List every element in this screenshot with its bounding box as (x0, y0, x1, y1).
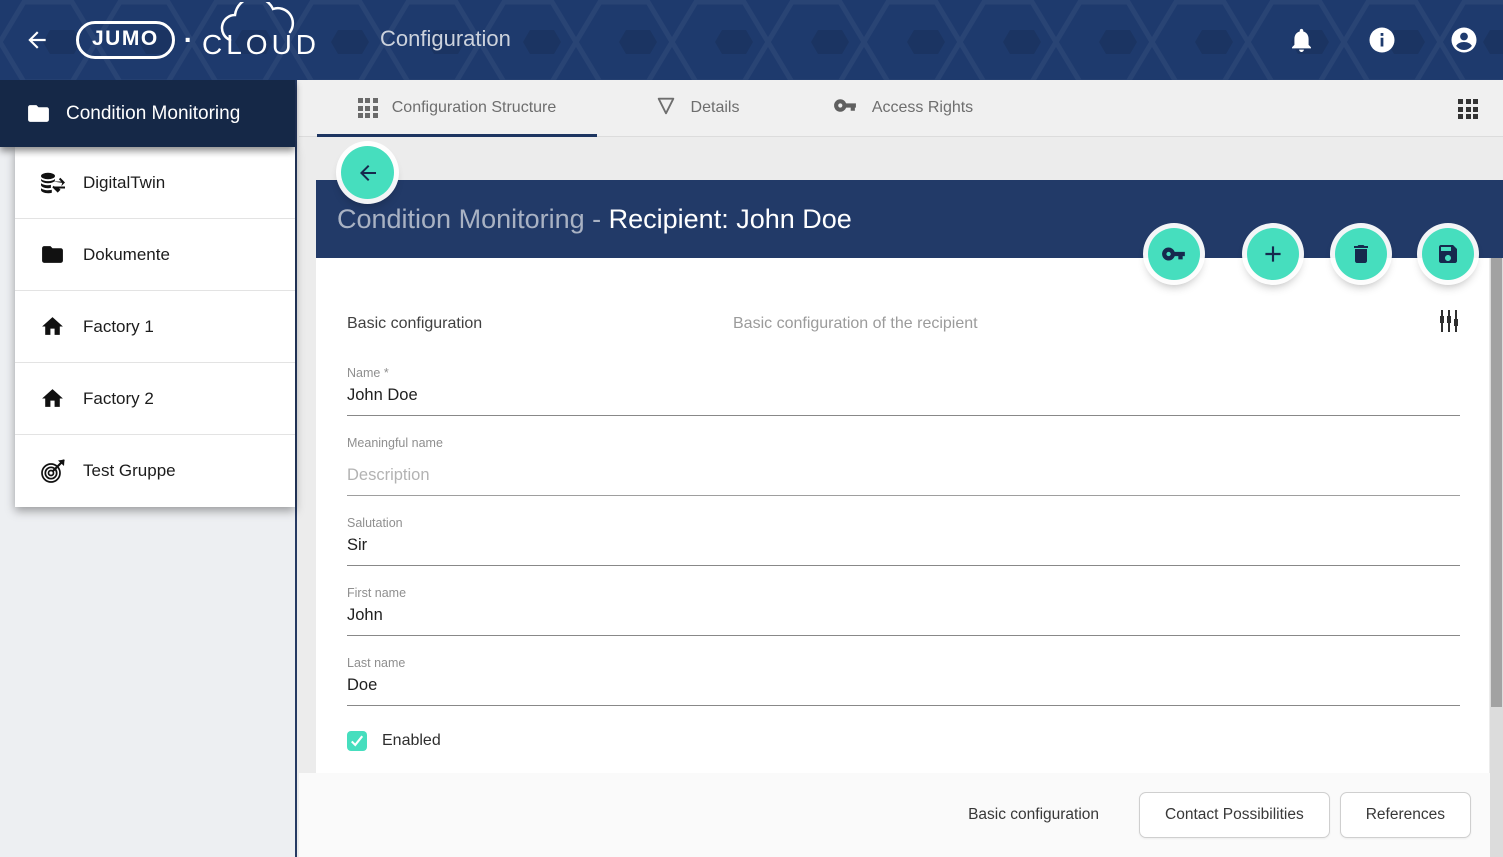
funnel-icon (655, 95, 677, 122)
recipient-title: Recipient: John Doe (609, 204, 852, 235)
meaningful-name-input[interactable] (347, 451, 1460, 496)
digital-twin-icon (39, 171, 66, 195)
breadcrumb: Condition Monitoring - (337, 204, 609, 235)
content-area: Condition Monitoring - Recipient: John D… (299, 137, 1503, 857)
main-area: Configuration Structure Details Access R… (299, 80, 1503, 857)
home-icon (39, 314, 66, 339)
field-salutation: Salutation (347, 516, 1460, 566)
save-icon (1436, 242, 1460, 266)
grid-icon (358, 98, 378, 118)
references-button[interactable]: References (1340, 792, 1471, 838)
field-label: Meaningful name (347, 436, 1460, 451)
info-icon[interactable] (1367, 25, 1397, 55)
tab-access-rights[interactable]: Access Rights (797, 80, 1009, 136)
field-name: Name * (347, 366, 1460, 416)
sidebar-item-label: Factory 2 (83, 389, 154, 409)
tab-label: Details (691, 99, 740, 117)
field-meaningful-name: Meaningful name (347, 436, 1460, 496)
field-first-name: First name (347, 586, 1460, 636)
key-icon (833, 93, 858, 123)
cloud-logo: CLOUD (202, 19, 320, 61)
cloud-outline-icon (216, 2, 336, 44)
sidebar: Condition Monitoring DigitalTwin (0, 80, 297, 857)
plus-icon (1260, 241, 1286, 267)
field-label: Name * (347, 366, 1460, 381)
arrow-left-icon (356, 161, 380, 185)
grid-view-icon[interactable] (1458, 99, 1478, 119)
access-key-button[interactable] (1148, 228, 1200, 280)
check-icon (350, 735, 364, 747)
enabled-label: Enabled (382, 732, 441, 750)
contact-possibilities-button[interactable]: Contact Possibilities (1139, 792, 1330, 838)
sidebar-item-factory-2[interactable]: Factory 2 (15, 363, 295, 435)
sidebar-item-list: DigitalTwin Dokumente Factory 1 Factory … (15, 147, 295, 507)
enabled-checkbox-row[interactable]: Enabled (347, 731, 1460, 751)
home-icon (39, 386, 66, 411)
field-last-name: Last name (347, 656, 1460, 706)
tab-details[interactable]: Details (597, 80, 797, 136)
back-button[interactable] (341, 146, 394, 199)
tune-icon[interactable] (1437, 308, 1461, 339)
enabled-checkbox[interactable] (347, 731, 367, 751)
save-button[interactable] (1422, 228, 1474, 280)
basic-configuration-panel: Basic configuration Basic configuration … (316, 258, 1489, 773)
tab-label: Configuration Structure (392, 99, 557, 117)
footer-section-basic-configuration[interactable]: Basic configuration (968, 806, 1099, 824)
jumo-logo-capsule: JUMO (76, 21, 175, 59)
target-icon (39, 458, 66, 484)
last-name-input[interactable] (347, 671, 1460, 706)
section-subtitle: Basic configuration of the recipient (733, 315, 978, 333)
page-title: Configuration (380, 26, 511, 52)
sidebar-item-factory-1[interactable]: Factory 1 (15, 291, 295, 363)
sidebar-item-condition-monitoring[interactable]: Condition Monitoring (0, 80, 295, 147)
salutation-input[interactable] (347, 531, 1460, 566)
field-label: Salutation (347, 516, 1460, 531)
key-icon (1161, 241, 1187, 267)
top-app-bar: JUMO · CLOUD Configuration (0, 0, 1503, 80)
field-label: First name (347, 586, 1460, 601)
account-icon[interactable] (1449, 25, 1479, 55)
field-label: Last name (347, 656, 1460, 671)
name-input[interactable] (347, 381, 1460, 416)
section-title: Basic configuration (347, 315, 482, 333)
trash-icon (1349, 242, 1373, 266)
add-button[interactable] (1247, 228, 1299, 280)
delete-button[interactable] (1335, 228, 1387, 280)
sidebar-item-test-gruppe[interactable]: Test Gruppe (15, 435, 295, 507)
scrollbar-track[interactable] (1490, 258, 1503, 857)
tab-bar: Configuration Structure Details Access R… (299, 80, 1503, 137)
jumo-cloud-logo: JUMO · CLOUD (76, 19, 320, 61)
recipient-header: Condition Monitoring - Recipient: John D… (316, 180, 1503, 258)
jumo-cloud-app: JUMO · CLOUD Configuration (0, 0, 1503, 857)
back-arrow-icon[interactable] (22, 25, 52, 55)
scrollbar-thumb[interactable] (1491, 258, 1502, 707)
bell-icon[interactable] (1288, 27, 1315, 54)
folder-icon (39, 242, 66, 267)
sidebar-item-label: Factory 1 (83, 317, 154, 337)
footer-bar: Basic configuration Contact Possibilitie… (299, 773, 1490, 857)
sidebar-item-label: Dokumente (83, 245, 170, 265)
tab-label: Access Rights (872, 99, 973, 117)
sidebar-item-digitaltwin[interactable]: DigitalTwin (15, 147, 295, 219)
sidebar-item-label: DigitalTwin (83, 173, 165, 193)
first-name-input[interactable] (347, 601, 1460, 636)
folder-icon (25, 101, 52, 126)
form-fields: Name * Meaningful name Salutation F (347, 358, 1460, 751)
sidebar-item-dokumente[interactable]: Dokumente (15, 219, 295, 291)
sidebar-item-label: Test Gruppe (83, 461, 176, 481)
sidebar-header-label: Condition Monitoring (66, 103, 240, 125)
tab-configuration-structure[interactable]: Configuration Structure (317, 80, 597, 136)
